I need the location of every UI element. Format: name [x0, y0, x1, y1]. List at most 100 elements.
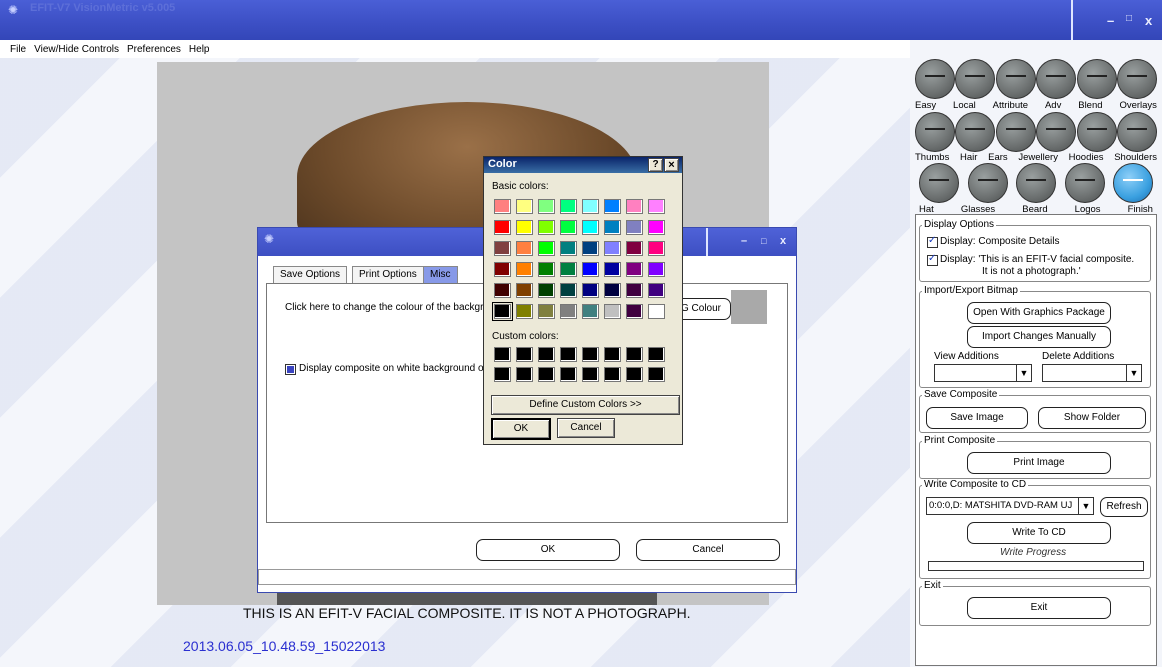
attribute-tool-icon[interactable] — [995, 59, 1036, 99]
menu-preferences[interactable]: Preferences — [127, 44, 181, 55]
print-image-button[interactable]: Print Image — [967, 452, 1111, 474]
open-graphics-package-button[interactable]: Open With Graphics Package — [967, 302, 1111, 324]
save-image-button[interactable]: Save Image — [926, 407, 1028, 429]
minimize-button[interactable]: – — [1107, 13, 1114, 28]
custom-color-swatch[interactable] — [604, 347, 621, 362]
dialog-restore-button[interactable]: □ — [761, 236, 766, 246]
basic-color-swatch[interactable] — [626, 199, 643, 214]
tab-save-options[interactable]: Save Options — [273, 266, 348, 283]
close-button[interactable]: x — [1145, 13, 1152, 28]
not-photograph-checkbox[interactable] — [927, 253, 938, 266]
basic-color-swatch[interactable] — [494, 220, 511, 235]
tab-misc[interactable]: Misc — [423, 266, 458, 283]
basic-color-swatch[interactable] — [494, 262, 511, 277]
basic-color-swatch[interactable] — [626, 241, 643, 256]
basic-color-swatch[interactable] — [604, 262, 621, 277]
basic-color-swatch[interactable] — [516, 304, 533, 319]
ears-tool-icon[interactable] — [995, 112, 1036, 152]
basic-color-swatch[interactable] — [538, 283, 555, 298]
import-changes-button[interactable]: Import Changes Manually — [967, 326, 1111, 348]
basic-color-swatch[interactable] — [538, 241, 555, 256]
menu-view-hide-controls[interactable]: View/Hide Controls — [34, 44, 119, 55]
basic-color-swatch[interactable] — [648, 262, 665, 277]
color-cancel-button[interactable]: Cancel — [557, 418, 615, 438]
basic-color-swatch[interactable] — [516, 262, 533, 277]
menu-file[interactable]: File — [10, 44, 26, 55]
dialog-cancel-button[interactable]: Cancel — [636, 539, 780, 561]
define-custom-colors-button[interactable]: Define Custom Colors >> — [491, 395, 680, 415]
shoulders-tool-icon[interactable] — [1116, 112, 1157, 152]
help-button[interactable]: ? — [648, 158, 663, 172]
basic-color-swatch[interactable] — [560, 283, 577, 298]
color-ok-button[interactable]: OK — [491, 418, 551, 440]
white-background-checkbox[interactable] — [285, 364, 296, 375]
local-tool-icon[interactable] — [955, 59, 996, 99]
custom-color-swatch[interactable] — [560, 347, 577, 362]
dialog-minimize-button[interactable]: – — [741, 235, 747, 247]
basic-color-swatch[interactable] — [560, 262, 577, 277]
thumbs-tool-icon[interactable] — [915, 112, 955, 152]
basic-color-swatch[interactable] — [648, 199, 665, 214]
custom-color-swatch[interactable] — [494, 347, 511, 362]
basic-color-swatch[interactable] — [494, 241, 511, 256]
tab-print-options[interactable]: Print Options — [352, 266, 424, 283]
custom-color-swatch[interactable] — [538, 367, 555, 382]
basic-color-swatch[interactable] — [648, 220, 665, 235]
basic-color-swatch[interactable] — [626, 283, 643, 298]
basic-color-swatch[interactable] — [516, 241, 533, 256]
composite-details-checkbox[interactable] — [927, 235, 938, 248]
custom-color-swatch[interactable] — [560, 367, 577, 382]
blend-tool-icon[interactable] — [1076, 59, 1117, 99]
basic-color-swatch[interactable] — [626, 304, 643, 319]
custom-color-swatch[interactable] — [582, 347, 599, 362]
finish-tool-icon[interactable] — [1113, 163, 1153, 203]
basic-color-swatch[interactable] — [604, 220, 621, 235]
color-dialog-close-button[interactable]: × — [664, 158, 679, 172]
basic-color-swatch[interactable] — [604, 199, 621, 214]
basic-color-swatch[interactable] — [538, 220, 555, 235]
hair-tool-icon[interactable] — [955, 112, 996, 152]
basic-color-swatch[interactable] — [538, 304, 555, 319]
delete-additions-dropdown[interactable]: ▼ — [1042, 364, 1142, 382]
basic-color-swatch[interactable] — [560, 304, 577, 319]
view-additions-dropdown[interactable]: ▼ — [934, 364, 1032, 382]
basic-color-swatch[interactable] — [516, 199, 533, 214]
hoodies-tool-icon[interactable] — [1076, 112, 1117, 152]
basic-color-swatch[interactable] — [582, 304, 599, 319]
custom-color-swatch[interactable] — [604, 367, 621, 382]
custom-color-swatch[interactable] — [516, 347, 533, 362]
overlays-tool-icon[interactable] — [1116, 59, 1157, 99]
basic-color-swatch[interactable] — [648, 304, 665, 319]
basic-color-swatch[interactable] — [492, 302, 513, 321]
custom-color-swatch[interactable] — [648, 347, 665, 362]
show-folder-button[interactable]: Show Folder — [1038, 407, 1146, 429]
custom-color-swatch[interactable] — [626, 347, 643, 362]
hat-tool-icon[interactable] — [919, 163, 959, 203]
basic-color-swatch[interactable] — [604, 283, 621, 298]
basic-color-swatch[interactable] — [582, 283, 599, 298]
basic-color-swatch[interactable] — [604, 304, 621, 319]
write-to-cd-button[interactable]: Write To CD — [967, 522, 1111, 544]
custom-color-swatch[interactable] — [648, 367, 665, 382]
custom-color-swatch[interactable] — [538, 347, 555, 362]
cd-drive-dropdown[interactable]: 0:0:0,D: MATSHITA DVD-RAM UJ ▼ — [926, 497, 1094, 515]
basic-color-swatch[interactable] — [648, 241, 665, 256]
basic-color-swatch[interactable] — [516, 283, 533, 298]
restore-button[interactable]: □ — [1126, 13, 1132, 24]
custom-color-swatch[interactable] — [516, 367, 533, 382]
basic-color-swatch[interactable] — [604, 241, 621, 256]
refresh-button[interactable]: Refresh — [1100, 497, 1148, 517]
beard-tool-icon[interactable] — [1016, 163, 1056, 203]
custom-color-swatch[interactable] — [626, 367, 643, 382]
custom-color-swatch[interactable] — [582, 367, 599, 382]
basic-color-swatch[interactable] — [560, 199, 577, 214]
basic-color-swatch[interactable] — [494, 199, 511, 214]
basic-color-swatch[interactable] — [560, 241, 577, 256]
basic-color-swatch[interactable] — [516, 220, 533, 235]
basic-color-swatch[interactable] — [538, 199, 555, 214]
basic-color-swatch[interactable] — [626, 262, 643, 277]
dialog-ok-button[interactable]: OK — [476, 539, 620, 561]
exit-button[interactable]: Exit — [967, 597, 1111, 619]
basic-color-swatch[interactable] — [648, 283, 665, 298]
basic-color-swatch[interactable] — [582, 220, 599, 235]
